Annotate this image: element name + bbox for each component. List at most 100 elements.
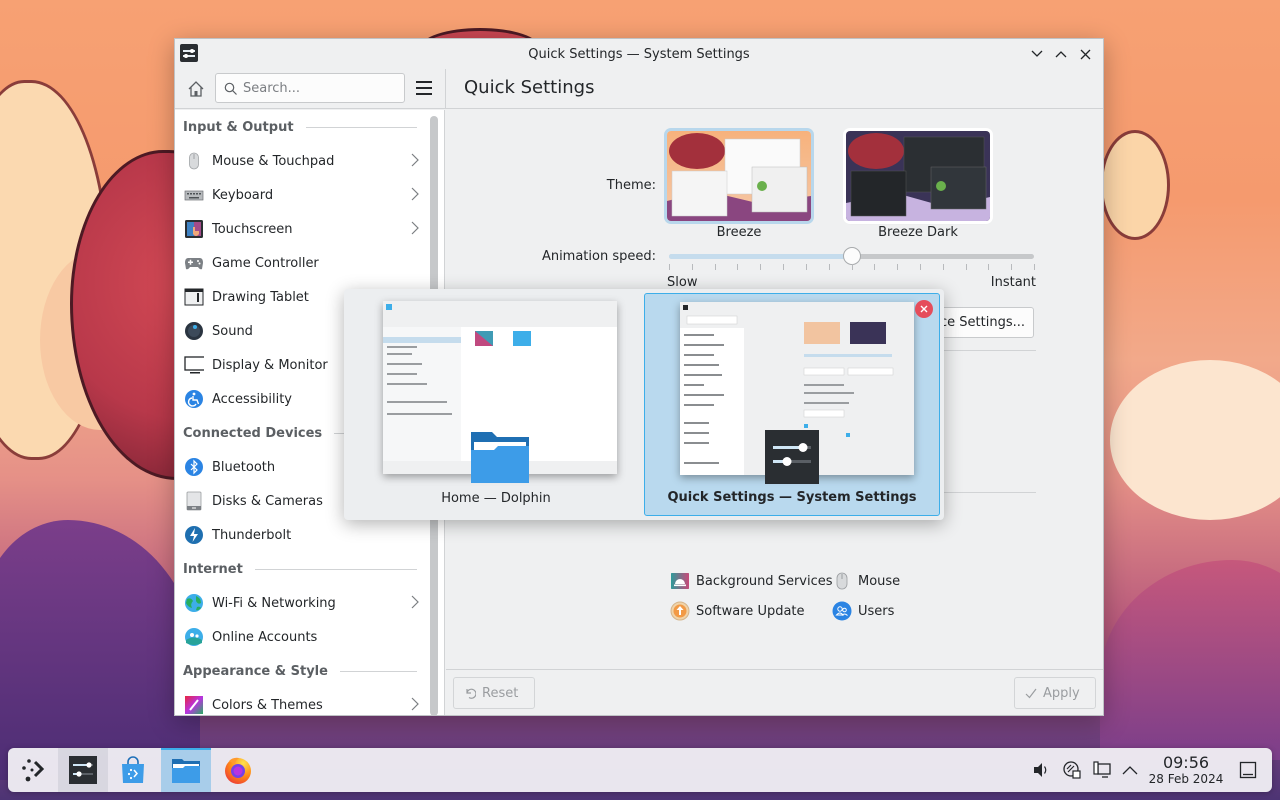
theme-name-breeze-dark: Breeze Dark	[878, 225, 958, 240]
keyboard-icon	[184, 185, 204, 205]
taskbar-firefox[interactable]	[213, 748, 263, 792]
minimize-button[interactable]	[1027, 44, 1047, 64]
home-button[interactable]	[183, 76, 209, 102]
taskbar-discover[interactable]	[108, 748, 158, 792]
hamburger-menu-button[interactable]	[413, 76, 435, 100]
slider-fill	[669, 254, 852, 259]
slider-tick	[805, 264, 807, 270]
maximize-button[interactable]	[1051, 44, 1071, 64]
slider-handle[interactable]	[842, 247, 861, 265]
slider-tick	[737, 264, 739, 270]
apply-label: Apply	[1043, 685, 1080, 701]
disk-icon	[184, 491, 204, 511]
chevron-right-icon	[411, 221, 419, 239]
chevron-down-icon	[1031, 50, 1043, 57]
sidebar-item-online-accounts[interactable]: Online Accounts	[175, 620, 425, 654]
clock-date: 28 Feb 2024	[1148, 772, 1224, 786]
folder-icon	[172, 759, 200, 783]
display-configuration-icon	[1093, 761, 1111, 778]
sidebar-item-game-controller[interactable]: Game Controller	[175, 246, 425, 280]
header-bar: Quick Settings	[175, 69, 1103, 109]
task-switcher-item-system-settings[interactable]: Quick Settings — System Settings	[644, 293, 940, 516]
slider-tick	[1034, 264, 1035, 270]
slider-tick	[851, 264, 853, 270]
close-window-button[interactable]	[915, 300, 933, 318]
checkmark-icon	[1025, 688, 1037, 699]
more-appearance-settings-label: nce Settings...	[931, 315, 1025, 330]
theme-name-breeze: Breeze	[716, 225, 762, 240]
section-title: Connected Devices	[183, 425, 323, 441]
task-switcher-label: Quick Settings — System Settings	[667, 490, 917, 505]
sidebar-section-header: Input & Output	[175, 110, 425, 144]
slider-tick	[942, 264, 944, 270]
footer-bar: Reset Apply	[446, 669, 1103, 715]
network-tray-button[interactable]	[1061, 748, 1083, 792]
page-title: Quick Settings	[464, 77, 595, 98]
task-switcher-item-dolphin[interactable]: Home — Dolphin	[348, 293, 644, 516]
slider-tick	[714, 264, 716, 270]
network-globe-icon	[1063, 761, 1081, 779]
search-field[interactable]	[215, 73, 405, 103]
bluetooth-icon	[184, 457, 204, 477]
slider-tick	[691, 264, 693, 270]
display-tray-button[interactable]	[1091, 748, 1113, 792]
breeze-dark-preview-image	[846, 131, 990, 221]
section-divider	[305, 126, 417, 128]
globe-icon	[184, 593, 204, 613]
sidebar-item-label: Game Controller	[212, 255, 319, 271]
sidebar-item-colors-themes[interactable]: Colors & Themes	[175, 688, 425, 715]
link-label: Mouse	[858, 573, 901, 589]
dolphin-app-icon	[471, 432, 529, 483]
chevron-right-icon	[411, 187, 419, 205]
chevron-up-icon	[1055, 51, 1067, 58]
background-services-icon	[671, 573, 689, 589]
slider-max-label: Instant	[990, 275, 1036, 290]
link-software-update[interactable]: Software Update	[670, 601, 805, 621]
digital-clock[interactable]: 09:56 28 Feb 2024	[1148, 754, 1224, 787]
system-settings-icon	[69, 756, 97, 784]
slider-tick	[988, 264, 990, 270]
animation-speed-slider[interactable]	[669, 247, 1034, 265]
apply-button[interactable]: Apply	[1014, 677, 1096, 709]
application-launcher-button[interactable]	[8, 748, 58, 792]
theme-card-breeze[interactable]	[667, 131, 811, 221]
sidebar-item-keyboard[interactable]: Keyboard	[175, 178, 425, 212]
close-button[interactable]	[1075, 44, 1095, 64]
sidebar-item-label: Display & Monitor	[212, 357, 328, 373]
show-desktop-icon	[1239, 761, 1257, 779]
wallpaper-hill	[0, 520, 200, 780]
link-label: Users	[858, 603, 895, 619]
slider-min-label: Slow	[667, 275, 698, 290]
sidebar-item-label: Sound	[212, 323, 253, 339]
search-input[interactable]	[243, 80, 393, 96]
sidebar-item-mouse-touchpad[interactable]: Mouse & Touchpad	[175, 144, 425, 178]
taskbar-dolphin[interactable]	[161, 748, 211, 792]
volume-tray-button[interactable]	[1030, 748, 1052, 792]
gamepad-icon	[184, 253, 204, 273]
sidebar-item-wi-fi-networking[interactable]: Wi-Fi & Networking	[175, 586, 425, 620]
link-users[interactable]: Users	[832, 601, 894, 621]
show-desktop-button[interactable]	[1237, 748, 1259, 792]
sidebar-section-header: Appearance & Style	[175, 654, 425, 688]
reset-button[interactable]: Reset	[453, 677, 535, 709]
slider-tick	[760, 264, 762, 270]
sidebar-item-thunderbolt[interactable]: Thunderbolt	[175, 518, 425, 552]
system-settings-app-icon	[765, 430, 819, 484]
link-background-services[interactable]: Background Services	[670, 571, 833, 591]
sidebar-item-touchscreen[interactable]: Touchscreen	[175, 212, 425, 246]
slider-ticks	[669, 264, 1035, 272]
theme-card-breeze-dark[interactable]	[846, 131, 990, 221]
link-mouse[interactable]: Mouse	[832, 571, 900, 591]
slider-tick	[828, 264, 830, 270]
kde-launcher-icon	[22, 759, 45, 782]
section-divider	[254, 568, 417, 570]
task-switcher-label: Home — Dolphin	[441, 491, 551, 506]
section-title: Internet	[183, 561, 243, 577]
mouse-icon	[836, 572, 848, 590]
sidebar-item-label: Colors & Themes	[212, 697, 323, 713]
title-bar[interactable]: Quick Settings — System Settings	[175, 39, 1103, 69]
taskbar-system-settings[interactable]	[58, 748, 108, 792]
chevron-right-icon	[411, 153, 419, 171]
discover-store-icon	[122, 756, 144, 783]
show-hidden-icons-button[interactable]	[1120, 748, 1140, 792]
